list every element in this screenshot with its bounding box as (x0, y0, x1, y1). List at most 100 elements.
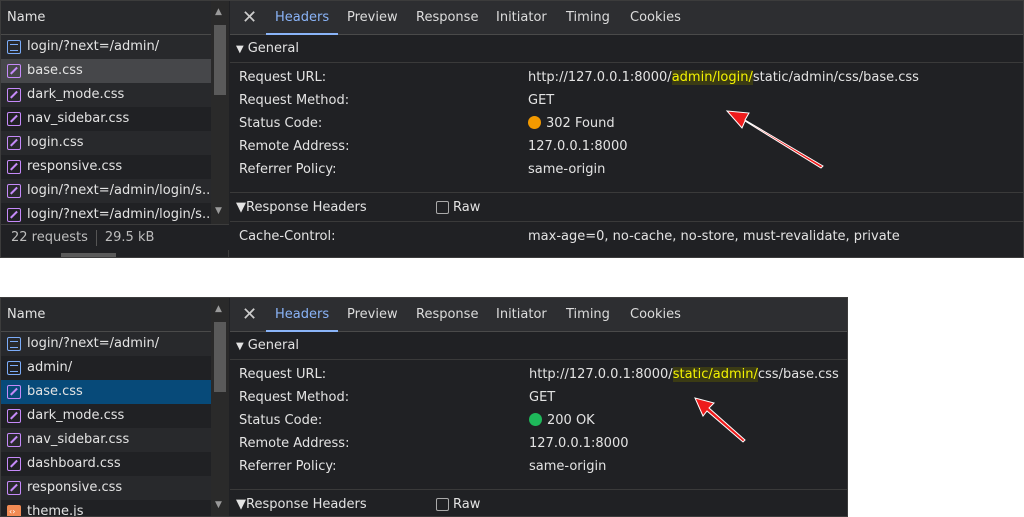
general-section[interactable]: ▼ General (230, 332, 847, 360)
header-value: max-age=0, no-cache, no-store, must-reva… (528, 229, 900, 244)
name-column-header[interactable]: Name (1, 298, 211, 332)
response-headers-section[interactable]: ▼Response Headers Raw (230, 489, 847, 516)
stylesheet-icon (7, 409, 21, 423)
document-icon (7, 361, 21, 375)
scrollbar-thumb[interactable] (214, 25, 226, 95)
url-highlight: static/admin/ (672, 367, 758, 382)
close-icon[interactable]: ✕ (242, 1, 257, 35)
url-prefix: http://127.0.0.1:8000/ (529, 367, 673, 382)
header-name: Cache-Control: (239, 229, 336, 244)
general-value: 200 OK (529, 411, 595, 431)
document-icon (7, 337, 21, 351)
request-row[interactable]: responsive.css (1, 476, 211, 500)
script-icon (7, 500, 21, 516)
general-value: same-origin (528, 160, 605, 180)
stylesheet-icon (7, 64, 21, 78)
devtools-panel-top: Name login/?next=/admin/base.css dark_mode… (0, 0, 1024, 258)
referrer-policy: same-origin (528, 162, 606, 177)
remote-address: 127.0.0.1:8000 (528, 139, 628, 154)
tab-response[interactable]: Response (416, 298, 478, 332)
general-label: Request Method: (239, 93, 350, 108)
status-dot-icon (529, 413, 542, 426)
stylesheet-icon (7, 385, 21, 399)
request-row[interactable]: nav_sidebar.css (1, 107, 211, 131)
stylesheet-icon (7, 160, 21, 174)
section-title: General (247, 41, 299, 56)
tab-headers[interactable]: Headers (265, 1, 339, 35)
referrer-policy: same-origin (529, 459, 607, 474)
general-label: Request URL: (239, 367, 327, 382)
general-label: Request Method: (239, 390, 350, 405)
general-value: GET (528, 91, 554, 111)
tab-response[interactable]: Response (416, 1, 478, 35)
request-row[interactable]: login.css (1, 131, 211, 155)
request-count: 22 requests (11, 230, 88, 245)
request-name: login/?next=/admin/ (27, 336, 160, 351)
general-label: Request URL: (239, 70, 327, 85)
divider (95, 229, 97, 246)
tab-cookies[interactable]: Cookies (630, 1, 681, 35)
tab-headers[interactable]: Headers (265, 298, 339, 332)
url-suffix: static/admin/css/base.css (752, 70, 919, 85)
tab-preview[interactable]: Preview (347, 298, 398, 332)
details-pane: ✕ Headers Preview Response Initiator Timing Co… (230, 1, 1023, 257)
vertical-scrollbar[interactable]: ▲ ▼ (211, 298, 229, 516)
url-highlight: admin/login/ (671, 70, 753, 85)
request-name: dark_mode.css (27, 408, 125, 423)
raw-checkbox[interactable] (436, 498, 449, 511)
status-dot-icon (528, 116, 541, 129)
request-row[interactable]: login/?next=/admin/login/s... (1, 179, 211, 203)
name-column-header[interactable]: Name (1, 1, 211, 35)
request-name: dark_mode.css (27, 87, 125, 102)
request-row[interactable]: base.css (1, 380, 211, 404)
section-title: Response Headers (246, 497, 367, 512)
tab-preview[interactable]: Preview (347, 1, 398, 35)
devtools-panel-bottom: Name login/?next=/admin/admin/base.css dar… (0, 297, 848, 517)
request-row[interactable]: responsive.css (1, 155, 211, 179)
request-name: base.css (27, 384, 83, 399)
request-row[interactable]: nav_sidebar.css (1, 428, 211, 452)
details-pane: ✕ Headers Preview Response Initiator Timing Co… (230, 298, 847, 516)
scroll-up-icon[interactable]: ▲ (215, 304, 222, 314)
request-row[interactable]: login/?next=/admin/ (1, 35, 211, 59)
scroll-up-icon[interactable]: ▲ (215, 7, 222, 17)
request-row[interactable]: login/?next=/admin/login/s... (1, 203, 211, 224)
request-name: dashboard.css (27, 456, 121, 471)
vertical-scrollbar[interactable]: ▲ ▼ (211, 1, 229, 224)
tab-cookies[interactable]: Cookies (630, 298, 681, 332)
scrollbar-thumb[interactable] (214, 322, 226, 392)
stylesheet-icon (7, 136, 21, 150)
scroll-down-icon[interactable]: ▼ (215, 206, 222, 216)
tab-timing[interactable]: Timing (566, 1, 610, 35)
response-headers-section[interactable]: ▼Response Headers Raw (230, 192, 1023, 222)
url-prefix: http://127.0.0.1:8000/ (528, 70, 672, 85)
status-code: 302 Found (546, 116, 615, 131)
general-value: 302 Found (528, 114, 615, 134)
request-row[interactable]: admin/ (1, 356, 211, 380)
request-name: nav_sidebar.css (27, 111, 130, 126)
stylesheet-icon (7, 112, 21, 126)
horizontal-scrollbar[interactable] (61, 253, 116, 257)
remote-address: 127.0.0.1:8000 (529, 436, 629, 451)
general-section[interactable]: ▼ General (230, 35, 1023, 63)
request-row[interactable]: login/?next=/admin/ (1, 332, 211, 356)
general-value: GET (529, 388, 555, 408)
raw-label: Raw (453, 497, 481, 512)
general-label: Remote Address: (239, 436, 350, 451)
request-name: base.css (27, 63, 83, 78)
request-row[interactable]: theme.js (1, 500, 211, 516)
stylesheet-icon (7, 457, 21, 471)
general-label: Status Code: (239, 116, 323, 131)
request-row[interactable]: dashboard.css (1, 452, 211, 476)
tab-timing[interactable]: Timing (566, 298, 610, 332)
raw-checkbox[interactable] (436, 201, 449, 214)
tab-initiator[interactable]: Initiator (496, 298, 547, 332)
request-row[interactable]: base.css (1, 59, 211, 83)
tab-initiator[interactable]: Initiator (496, 1, 547, 35)
close-icon[interactable]: ✕ (242, 298, 257, 332)
scroll-down-icon[interactable]: ▼ (215, 500, 222, 510)
stylesheet-icon (7, 481, 21, 495)
request-row[interactable]: dark_mode.css (1, 404, 211, 428)
general-value: http://127.0.0.1:8000/admin/login/static… (528, 68, 919, 88)
request-row[interactable]: dark_mode.css (1, 83, 211, 107)
